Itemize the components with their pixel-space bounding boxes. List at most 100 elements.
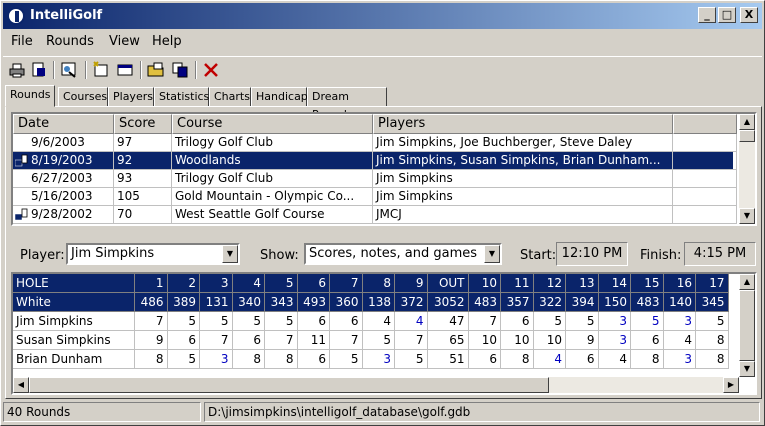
- hole-score[interactable]: 3: [362, 350, 395, 369]
- hole-score[interactable]: 3: [663, 312, 696, 331]
- hole-score[interactable]: 3: [200, 350, 233, 369]
- scroll-down-icon[interactable]: ▼: [739, 361, 755, 377]
- hole-score[interactable]: 6: [501, 312, 534, 331]
- menu-rounds[interactable]: Rounds: [46, 34, 94, 49]
- hole-score[interactable]: 8: [135, 350, 168, 369]
- scroll-right-icon[interactable]: ▶: [723, 377, 739, 393]
- column-header-score[interactable]: Score: [114, 114, 172, 134]
- hole-score[interactable]: 8: [696, 331, 729, 350]
- hole-score[interactable]: 8: [232, 350, 265, 369]
- tab-rounds[interactable]: Rounds: [5, 85, 55, 107]
- hole-score[interactable]: 7: [395, 331, 428, 350]
- player-select[interactable]: Jim Simpkins ▼: [66, 243, 240, 265]
- hole-score[interactable]: 5: [200, 312, 233, 331]
- hole-score[interactable]: 5: [395, 350, 428, 369]
- hole-score[interactable]: 4: [598, 350, 631, 369]
- hole-score[interactable]: 5: [362, 331, 395, 350]
- hole-score[interactable]: 8: [501, 350, 534, 369]
- hole-score[interactable]: 10: [468, 331, 501, 350]
- hole-score[interactable]: 9: [135, 331, 168, 350]
- hole-score[interactable]: 5: [265, 312, 298, 331]
- tab-courses[interactable]: Courses: [58, 87, 108, 107]
- hole-score[interactable]: 5: [696, 312, 729, 331]
- hole-score[interactable]: 6: [631, 331, 664, 350]
- rounds-vertical-scrollbar[interactable]: ▲ ▼: [739, 114, 755, 224]
- tab-dream-round[interactable]: Dream Round: [307, 87, 387, 121]
- chevron-down-icon[interactable]: ▼: [222, 245, 238, 263]
- menu-help[interactable]: Help: [152, 34, 182, 49]
- new-round-icon[interactable]: [91, 60, 111, 80]
- hole-score[interactable]: 3: [598, 331, 631, 350]
- hole-score[interactable]: 5: [167, 350, 200, 369]
- round-row[interactable]: 9/6/2003 97 Trilogy Golf Club Jim Simpkins,…: [13, 134, 737, 152]
- hole-score[interactable]: 11: [297, 331, 330, 350]
- tab-handicap[interactable]: Handicap: [251, 87, 308, 107]
- tab-charts[interactable]: Charts: [209, 87, 251, 107]
- hole-score[interactable]: 10: [501, 331, 534, 350]
- column-header-date[interactable]: Date: [13, 114, 114, 134]
- open-folder-icon[interactable]: [146, 60, 166, 80]
- column-header-course[interactable]: Course: [172, 114, 373, 134]
- hole-score[interactable]: 7: [135, 312, 168, 331]
- tab-players[interactable]: Players: [108, 87, 154, 107]
- scorecard-horizontal-scrollbar[interactable]: ◀ ▶: [13, 377, 739, 393]
- hole-score[interactable]: 6: [232, 331, 265, 350]
- hole-score[interactable]: 8: [265, 350, 298, 369]
- menu-view[interactable]: View: [109, 34, 140, 49]
- hole-score[interactable]: 4: [533, 350, 566, 369]
- hole-score[interactable]: 7: [265, 331, 298, 350]
- hole-score[interactable]: 4: [362, 312, 395, 331]
- scroll-thumb[interactable]: [29, 377, 549, 393]
- hole-score[interactable]: 5: [566, 312, 599, 331]
- hole-score[interactable]: 6: [297, 312, 330, 331]
- hole-score[interactable]: 65: [427, 331, 469, 350]
- player-name[interactable]: Susan Simpkins: [13, 331, 135, 350]
- copy-icon[interactable]: [170, 60, 190, 80]
- hole-score[interactable]: 8: [696, 350, 729, 369]
- hole-score[interactable]: 5: [330, 350, 363, 369]
- hole-score[interactable]: 3: [598, 312, 631, 331]
- round-row[interactable]: 6/27/2003 93 Trilogy Golf Club Jim Simpkins: [13, 170, 737, 188]
- round-row[interactable]: 8/19/2003 92 Woodlands Jim Simpkins, Susan …: [13, 152, 737, 170]
- scroll-down-icon[interactable]: ▼: [739, 208, 755, 224]
- scroll-up-icon[interactable]: ▲: [739, 114, 755, 130]
- print-preview-icon[interactable]: [29, 60, 49, 80]
- hole-score[interactable]: 47: [427, 312, 469, 331]
- close-button[interactable]: X: [740, 7, 758, 23]
- chevron-down-icon[interactable]: ▼: [484, 245, 500, 263]
- hole-score[interactable]: 4: [395, 312, 428, 331]
- hole-score[interactable]: 10: [533, 331, 566, 350]
- column-header-players[interactable]: Players: [373, 114, 673, 134]
- hole-score[interactable]: 6: [566, 350, 599, 369]
- hole-score[interactable]: 6: [167, 331, 200, 350]
- hole-score[interactable]: 4: [663, 331, 696, 350]
- round-row[interactable]: 5/16/2003 105 Gold Mountain - Olympic Co..…: [13, 188, 737, 206]
- hole-score[interactable]: 8: [631, 350, 664, 369]
- hole-score[interactable]: 6: [297, 350, 330, 369]
- find-player-icon[interactable]: [59, 60, 79, 80]
- show-select[interactable]: Scores, notes, and games ▼: [304, 243, 502, 265]
- hole-score[interactable]: 6: [330, 312, 363, 331]
- edit-round-icon[interactable]: [115, 60, 135, 80]
- print-icon[interactable]: [7, 60, 27, 80]
- maximize-button[interactable]: □: [718, 7, 736, 23]
- scroll-thumb[interactable]: [739, 290, 755, 361]
- hole-score[interactable]: 5: [232, 312, 265, 331]
- hole-score[interactable]: 7: [200, 331, 233, 350]
- tab-statistics[interactable]: Statistics: [154, 87, 209, 107]
- scroll-up-icon[interactable]: ▲: [739, 274, 755, 290]
- delete-icon[interactable]: [201, 60, 221, 80]
- player-name[interactable]: Jim Simpkins: [13, 312, 135, 331]
- minimize-button[interactable]: _: [698, 7, 716, 23]
- menu-file[interactable]: File: [11, 34, 33, 49]
- hole-score[interactable]: 9: [566, 331, 599, 350]
- hole-score[interactable]: 5: [631, 312, 664, 331]
- hole-score[interactable]: 6: [468, 350, 501, 369]
- round-row[interactable]: 9/28/2002 70 West Seattle Golf Course JMCJ: [13, 206, 737, 224]
- scroll-left-icon[interactable]: ◀: [13, 377, 29, 393]
- hole-score[interactable]: 7: [330, 331, 363, 350]
- hole-score[interactable]: 3: [663, 350, 696, 369]
- scorecard-vertical-scrollbar[interactable]: ▲ ▼: [739, 274, 755, 377]
- hole-score[interactable]: 51: [427, 350, 469, 369]
- hole-score[interactable]: 5: [167, 312, 200, 331]
